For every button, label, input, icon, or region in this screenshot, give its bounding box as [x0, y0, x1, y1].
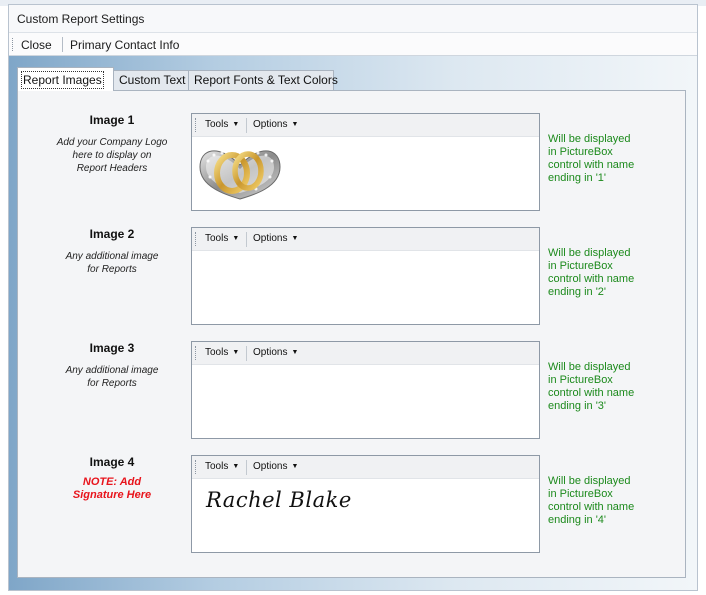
tab-label: Report Fonts & Text Colors — [194, 73, 338, 87]
dropdown-caret-icon: ▼ — [291, 349, 299, 356]
display-note: Will be displayed in PictureBox control … — [548, 247, 635, 298]
toolbar-grip-icon[interactable] — [195, 460, 198, 474]
picture-toolbar: Tools ▼ Options ▼ — [192, 228, 539, 251]
tools-dropdown[interactable]: Tools ▼ — [205, 461, 239, 472]
menu-bar: Close Primary Contact Info — [9, 33, 697, 56]
tools-dropdown[interactable]: Tools ▼ — [205, 233, 239, 244]
primary-contact-menu-item[interactable]: Primary Contact Info — [70, 38, 179, 52]
options-label: Options — [253, 233, 288, 244]
title-bar: Custom Report Settings — [9, 5, 697, 33]
dropdown-caret-icon: ▼ — [232, 349, 240, 356]
dropdown-caret-icon: ▼ — [232, 463, 240, 470]
toolbar-grip-icon[interactable] — [195, 232, 198, 246]
tab-report-fonts[interactable]: Report Fonts & Text Colors — [188, 70, 338, 90]
image-row-3: Image 3 Any additional image for Reports… — [18, 341, 685, 441]
tab-label: Report Images — [21, 71, 104, 89]
display-note: Will be displayed in PictureBox control … — [548, 361, 635, 412]
picture-toolbar: Tools ▼ Options ▼ — [192, 342, 539, 365]
report-images-panel: Image 1 Add your Company Logo here to di… — [17, 90, 686, 578]
image-title: Image 2 — [89, 227, 135, 241]
image-description: Any additional image for Reports — [65, 365, 159, 389]
image-title: Image 3 — [89, 341, 135, 355]
image-description: Any additional image for Reports — [65, 251, 159, 275]
options-dropdown[interactable]: Options ▼ — [253, 233, 298, 244]
options-dropdown[interactable]: Options ▼ — [253, 119, 298, 130]
dropdown-caret-icon: ▼ — [291, 235, 299, 242]
toolbar-grip-icon[interactable] — [195, 118, 198, 132]
toolbar-grip-icon[interactable] — [195, 346, 198, 360]
tools-label: Tools — [205, 233, 229, 244]
image-row-1: Image 1 Add your Company Logo here to di… — [18, 113, 685, 213]
toolbar-separator — [246, 460, 247, 475]
tools-label: Tools — [205, 347, 229, 358]
menu-separator — [62, 37, 63, 52]
image-title: Image 1 — [89, 113, 135, 127]
toolbar-separator — [246, 346, 247, 361]
image-title: Image 4 — [89, 455, 135, 469]
dropdown-caret-icon: ▼ — [291, 121, 299, 128]
picture-box-2[interactable]: Tools ▼ Options ▼ — [191, 227, 540, 325]
signature-note: NOTE: Add Signature Here — [72, 476, 152, 501]
tools-dropdown[interactable]: Tools ▼ — [205, 119, 239, 130]
display-note: Will be displayed in PictureBox control … — [548, 475, 635, 526]
options-dropdown[interactable]: Options ▼ — [253, 461, 298, 472]
close-menu-item[interactable]: Close — [21, 38, 52, 52]
options-label: Options — [253, 347, 288, 358]
tools-dropdown[interactable]: Tools ▼ — [205, 347, 239, 358]
picture-box-1[interactable]: Tools ▼ Options ▼ — [191, 113, 540, 211]
image-row-2: Image 2 Any additional image for Reports… — [18, 227, 685, 327]
window-title: Custom Report Settings — [17, 12, 145, 26]
dropdown-caret-icon: ▼ — [232, 121, 240, 128]
picture-toolbar: Tools ▼ Options ▼ — [192, 456, 539, 479]
toolbar-separator — [246, 232, 247, 247]
picture-box-4[interactable]: Tools ▼ Options ▼ Rachel Blake — [191, 455, 540, 553]
picture-toolbar: Tools ▼ Options ▼ — [192, 114, 539, 137]
options-dropdown[interactable]: Options ▼ — [253, 347, 298, 358]
image-description: Add your Company Logo here to display on… — [56, 137, 168, 174]
tab-report-images[interactable]: Report Images — [17, 67, 114, 91]
signature-image: Rachel Blake — [206, 488, 352, 512]
display-note: Will be displayed in PictureBox control … — [548, 133, 635, 184]
dropdown-caret-icon: ▼ — [291, 463, 299, 470]
image-row-4: Image 4 NOTE: Add Signature Here Tools ▼ … — [18, 455, 685, 555]
tab-custom-text[interactable]: Custom Text — [113, 70, 189, 90]
toolbar-separator — [246, 118, 247, 133]
menu-grip-icon[interactable] — [12, 38, 15, 51]
tools-label: Tools — [205, 461, 229, 472]
options-label: Options — [253, 461, 288, 472]
options-label: Options — [253, 119, 288, 130]
picture-box-3[interactable]: Tools ▼ Options ▼ — [191, 341, 540, 439]
tab-label: Custom Text — [119, 73, 186, 87]
tools-label: Tools — [205, 119, 229, 130]
dropdown-caret-icon: ▼ — [232, 235, 240, 242]
wedding-rings-image — [199, 150, 281, 200]
